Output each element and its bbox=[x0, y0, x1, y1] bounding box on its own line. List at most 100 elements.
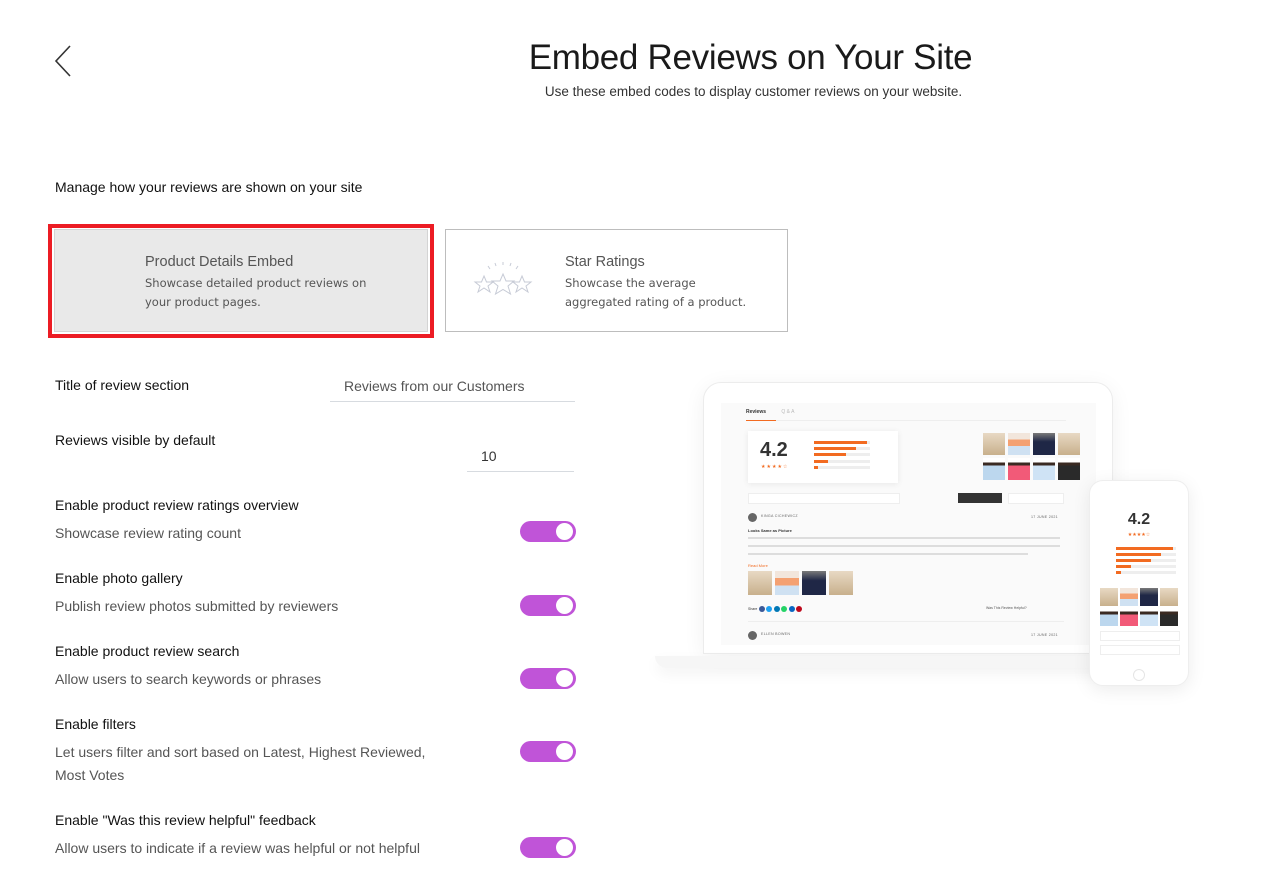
preview-sort-filter bbox=[1008, 493, 1064, 504]
review-title: Looks Same as Picture bbox=[748, 528, 792, 533]
read-more-link: Read More bbox=[748, 563, 768, 568]
embed-type-star-ratings[interactable]: Star Ratings Showcase the average aggreg… bbox=[445, 229, 788, 332]
option-description: Publish review photos submitted by revie… bbox=[55, 598, 339, 614]
phone-photo-gallery bbox=[1100, 588, 1178, 626]
linkedin-icon bbox=[773, 606, 780, 612]
rating-bar bbox=[1116, 547, 1176, 550]
gallery-photo bbox=[1033, 458, 1055, 480]
review-photo bbox=[829, 571, 853, 595]
gallery-photo bbox=[1100, 608, 1118, 626]
phone-sort-filter bbox=[1100, 645, 1180, 655]
laptop-base bbox=[655, 656, 1125, 668]
laptop-screen: Reviews Q & A 4.2 ★★★★☆ KINGA CICHEWICZ … bbox=[721, 403, 1096, 645]
rating-bar bbox=[1116, 565, 1176, 568]
rating-bar bbox=[1116, 559, 1176, 562]
review-separator bbox=[748, 621, 1064, 622]
gallery-photo bbox=[1120, 588, 1138, 606]
card-description: Showcase detailed product reviews on you… bbox=[145, 276, 367, 309]
phone-average-rating: 4.2 bbox=[1127, 511, 1151, 528]
toggle-knob bbox=[556, 523, 573, 540]
phone-search-box bbox=[1100, 631, 1180, 641]
laptop-mockup: Reviews Q & A 4.2 ★★★★☆ KINGA CICHEWICZ … bbox=[703, 382, 1113, 654]
page-title: Embed Reviews on Your Site bbox=[528, 38, 973, 77]
embed-type-product-details[interactable]: Product Details Embed Showcase detailed … bbox=[54, 229, 428, 332]
option-title: Enable product review search bbox=[55, 643, 240, 659]
option-description: Showcase review rating count bbox=[55, 525, 241, 541]
gallery-photo bbox=[1140, 588, 1158, 606]
review-photo bbox=[775, 571, 799, 595]
gallery-photo bbox=[983, 433, 1005, 455]
rating-bar bbox=[814, 441, 870, 444]
gallery-photo bbox=[1058, 433, 1080, 455]
option-description: Let users filter and sort based on Lates… bbox=[55, 744, 426, 783]
rating-bar-fill bbox=[1116, 571, 1121, 574]
share-row: Share bbox=[748, 606, 803, 612]
preview-tabs: Reviews Q & A bbox=[746, 409, 794, 415]
card-description: Showcase the average aggregated rating o… bbox=[565, 276, 747, 309]
reviews-visible-count-input[interactable] bbox=[467, 440, 574, 472]
toggle-knob bbox=[556, 597, 573, 614]
rating-bar-fill bbox=[814, 459, 828, 463]
rating-bar-fill bbox=[814, 447, 856, 451]
review-search-toggle[interactable] bbox=[520, 668, 576, 689]
review-date: 17 JUNE 2021 bbox=[1031, 515, 1058, 519]
helpful-label: Was This Review Helpful? bbox=[986, 606, 1027, 610]
rating-bar-fill bbox=[1116, 553, 1161, 556]
phone-rating-bars bbox=[1102, 547, 1176, 577]
rating-bar-fill bbox=[1116, 565, 1131, 568]
preview-write-review-button bbox=[958, 493, 1002, 503]
review-text-line bbox=[748, 553, 1028, 555]
review-photos bbox=[748, 571, 853, 595]
rating-bar-fill bbox=[814, 441, 868, 444]
page-subtitle: Use these embed codes to display custome… bbox=[544, 84, 963, 99]
preview-rating-bars bbox=[796, 441, 888, 472]
phone-home-button bbox=[1133, 669, 1145, 681]
reviews-count-label: Reviews visible by default bbox=[55, 432, 216, 448]
rating-bar bbox=[814, 459, 870, 463]
share-label: Share bbox=[748, 607, 758, 611]
facebook-icon bbox=[758, 606, 765, 612]
gallery-photo bbox=[1160, 588, 1178, 606]
helpful-feedback-toggle[interactable] bbox=[520, 837, 576, 858]
filters-toggle[interactable] bbox=[520, 741, 576, 762]
rating-bar bbox=[814, 453, 870, 457]
review-section-title-input[interactable] bbox=[330, 370, 575, 402]
gallery-photo bbox=[1140, 608, 1158, 626]
embed-preview-illustration: Reviews Q & A 4.2 ★★★★☆ KINGA CICHEWICZ … bbox=[655, 380, 1215, 710]
review-date: 17 JUNE 2021 bbox=[1031, 633, 1058, 637]
preview-stars: ★★★★☆ bbox=[761, 464, 789, 470]
toggle-knob bbox=[556, 839, 573, 856]
preview-average-rating: 4.2 bbox=[760, 439, 788, 461]
rating-bar-fill bbox=[814, 465, 819, 469]
option-title: Enable "Was this review helpful" feedbac… bbox=[55, 812, 316, 828]
rating-bar-fill bbox=[814, 453, 847, 457]
twitter-icon bbox=[766, 606, 773, 612]
rating-bar bbox=[814, 465, 870, 469]
pinterest-icon bbox=[796, 606, 803, 612]
gallery-photo bbox=[1058, 458, 1080, 480]
share-icon bbox=[788, 606, 795, 612]
review-text-line bbox=[748, 537, 1060, 539]
photo-gallery-toggle[interactable] bbox=[520, 595, 576, 616]
rating-bar bbox=[1116, 571, 1176, 574]
rating-bar-fill bbox=[1116, 559, 1151, 562]
review-photo bbox=[748, 571, 772, 595]
toggle-knob bbox=[556, 743, 573, 760]
reviewer-name: KINGA CICHEWICZ bbox=[761, 514, 798, 518]
review-text-line bbox=[748, 545, 1060, 547]
reviewer-name: ELLEN BOWEN bbox=[761, 632, 791, 636]
preview-photo-gallery bbox=[983, 433, 1083, 480]
option-title: Enable photo gallery bbox=[55, 570, 183, 586]
preview-tab-reviews: Reviews bbox=[746, 409, 767, 415]
phone-mockup: 4.2 ★★★★☆ bbox=[1089, 480, 1189, 686]
gallery-photo bbox=[983, 458, 1005, 480]
gallery-photo bbox=[1033, 433, 1055, 455]
gallery-photo bbox=[1008, 433, 1030, 455]
stars-icon bbox=[473, 262, 533, 296]
ratings-overview-toggle[interactable] bbox=[520, 521, 576, 542]
toggle-knob bbox=[556, 670, 573, 687]
option-description: Allow users to search keywords or phrase… bbox=[55, 671, 322, 687]
rating-bar bbox=[1116, 553, 1176, 556]
reviewer-avatar bbox=[748, 631, 757, 640]
gallery-photo bbox=[1120, 608, 1138, 626]
